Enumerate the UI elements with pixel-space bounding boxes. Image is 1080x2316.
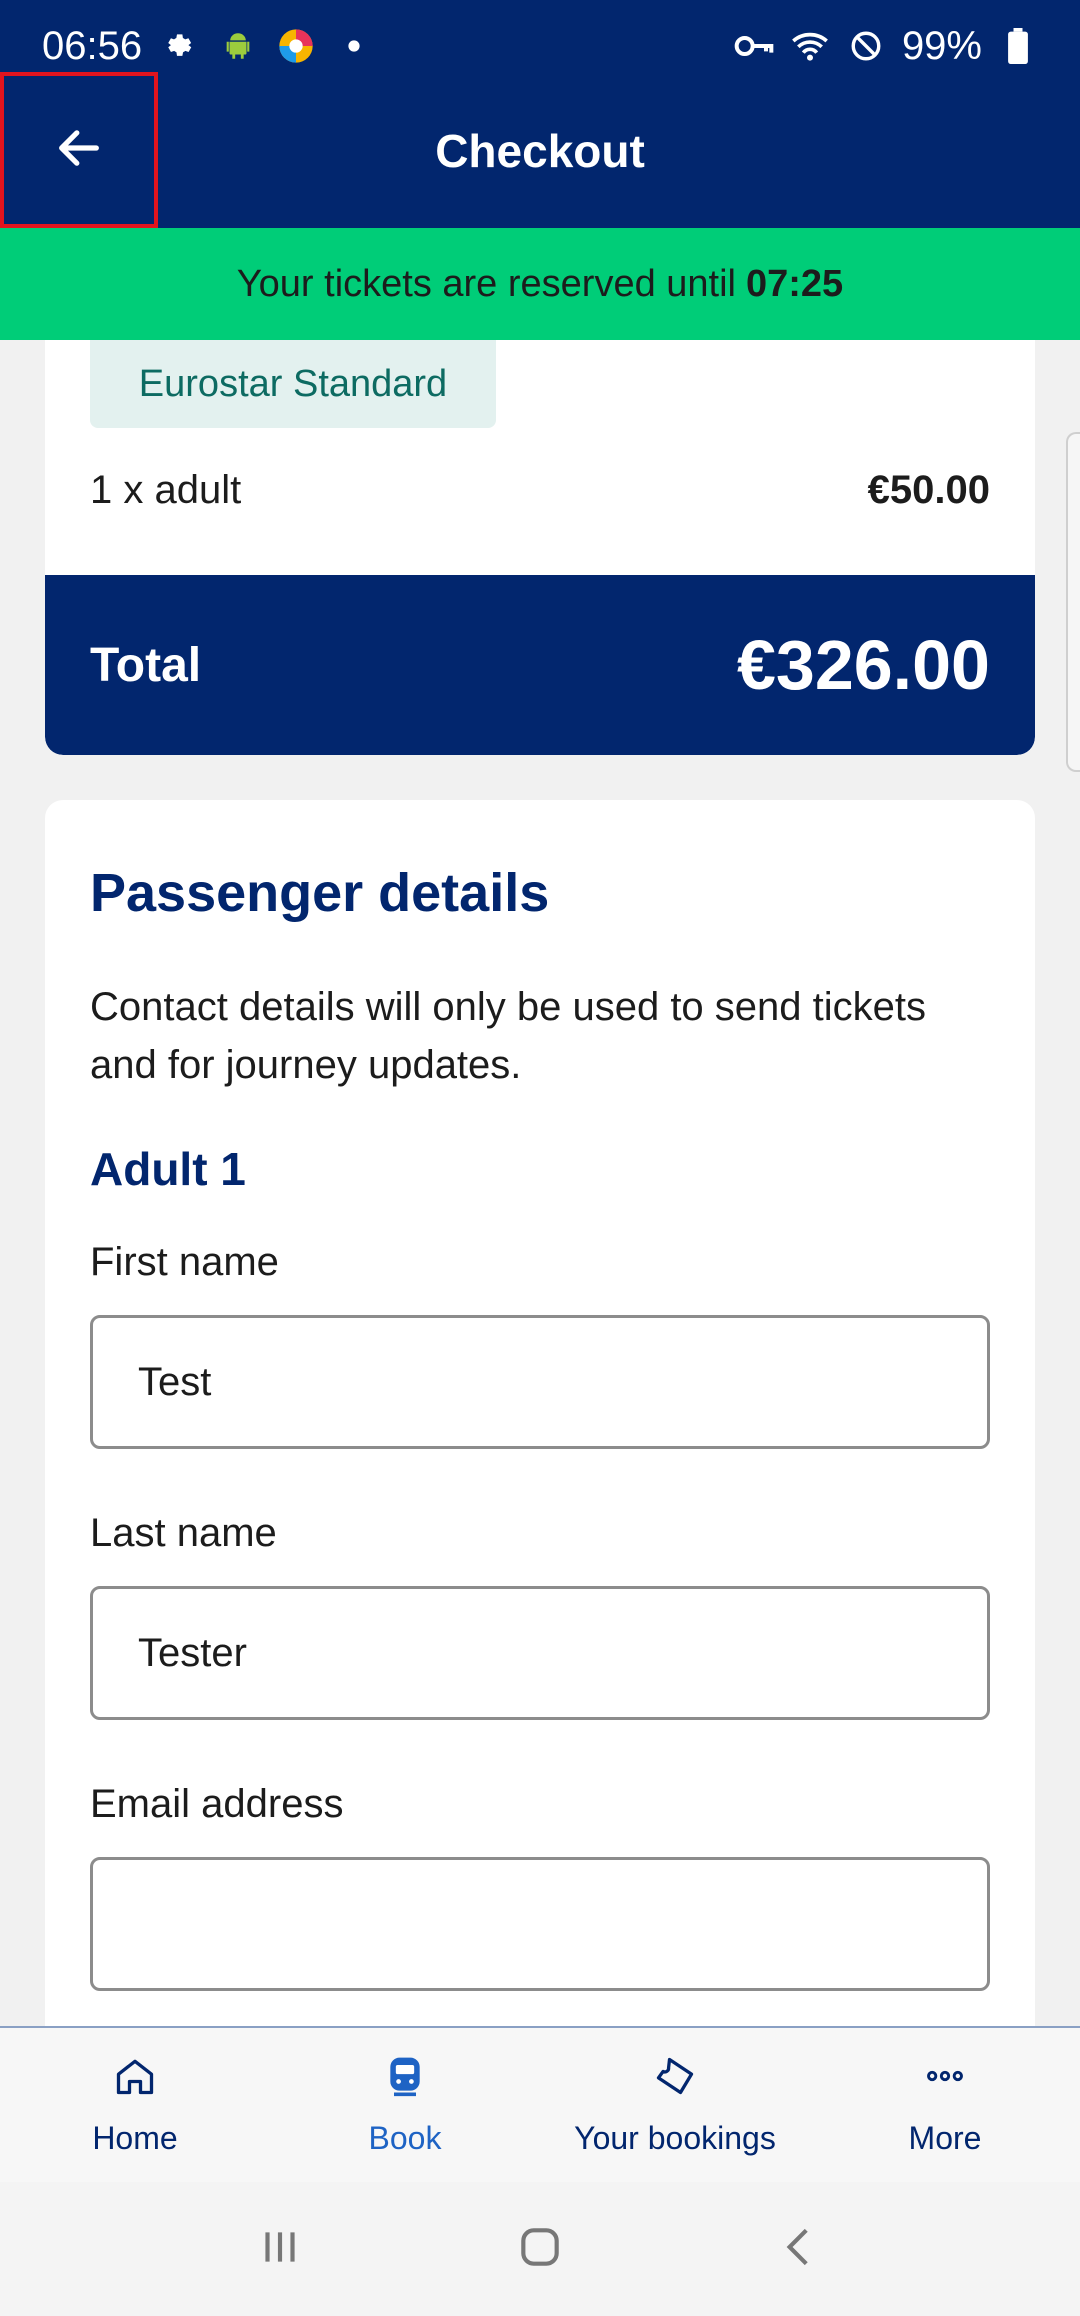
system-navigation-bar: [0, 2182, 1080, 2316]
page-title: Checkout: [435, 125, 645, 177]
timer-time: 07:25: [745, 262, 844, 305]
fare-summary-card: Eurostar Standard 1 x adult €50.00 Total…: [45, 340, 1035, 755]
passenger-heading: Adult 1: [90, 1143, 246, 1195]
home-system-button[interactable]: [500, 2209, 580, 2289]
passenger-price: €50.00: [867, 467, 990, 512]
passenger-count-label: 1 x adult: [90, 467, 242, 512]
recent-apps-icon: [255, 2222, 305, 2277]
home-icon: [113, 2054, 157, 2106]
email-field[interactable]: [90, 1857, 990, 1991]
total-row: Total €326.00: [45, 575, 1035, 755]
battery-icon: [998, 26, 1038, 66]
total-label: Total: [90, 638, 202, 692]
home-square-icon: [515, 2222, 565, 2277]
timer-text: Your tickets are reserved until: [236, 262, 736, 305]
more-dots-icon: [923, 2054, 967, 2106]
nav-bookings-label: Your bookings: [574, 2119, 776, 2156]
nav-home-label: Home: [92, 2119, 178, 2156]
android-icon: [218, 26, 258, 66]
checkout-content[interactable]: Eurostar Standard 1 x adult €50.00 Total…: [0, 340, 1080, 2026]
no-disturb-icon: [846, 26, 886, 66]
browser-icon: [276, 26, 316, 66]
train-icon: [383, 2054, 427, 2106]
key-icon: [734, 26, 774, 66]
nav-book-label: Book: [368, 2119, 442, 2156]
last-name-field[interactable]: [90, 1586, 990, 1720]
recent-apps-button[interactable]: [240, 2209, 320, 2289]
class-badge: Eurostar Standard: [90, 340, 496, 428]
nav-your-bookings[interactable]: Your bookings: [540, 2028, 810, 2182]
ticket-icon: [653, 2054, 697, 2106]
dot-icon: [334, 26, 374, 66]
email-label: Email address: [90, 1782, 344, 1826]
chevron-left-icon: [775, 2222, 825, 2277]
passenger-details-card: Passenger details Contact details will o…: [45, 800, 1035, 2026]
reservation-timer-banner: Your tickets are reserved until 07:25: [0, 228, 1080, 340]
nav-book[interactable]: Book: [270, 2028, 540, 2182]
nav-more[interactable]: More: [810, 2028, 1080, 2182]
gear-icon: [160, 26, 200, 66]
total-value: €326.00: [736, 626, 990, 704]
last-name-label: Last name: [90, 1511, 277, 1555]
battery-percent: 99%: [901, 23, 982, 68]
nav-more-label: More: [908, 2119, 982, 2156]
wifi-icon: [790, 26, 830, 66]
status-bar: 06:56 99%: [0, 0, 1080, 92]
fare-passenger-row: 1 x adult €50.00: [90, 460, 990, 520]
section-description: Contact details will only be used to sen…: [90, 985, 926, 1087]
bottom-navigation: Home Book Your bookings More: [0, 2026, 1080, 2182]
back-system-button[interactable]: [760, 2209, 840, 2289]
first-name-field[interactable]: [90, 1315, 990, 1449]
edge-panel-handle[interactable]: [1066, 432, 1080, 772]
app-header: Checkout: [0, 72, 1080, 228]
section-title: Passenger details: [90, 863, 550, 923]
status-time: 06:56: [42, 23, 143, 68]
first-name-label: First name: [90, 1240, 279, 1284]
nav-home[interactable]: Home: [0, 2028, 270, 2182]
